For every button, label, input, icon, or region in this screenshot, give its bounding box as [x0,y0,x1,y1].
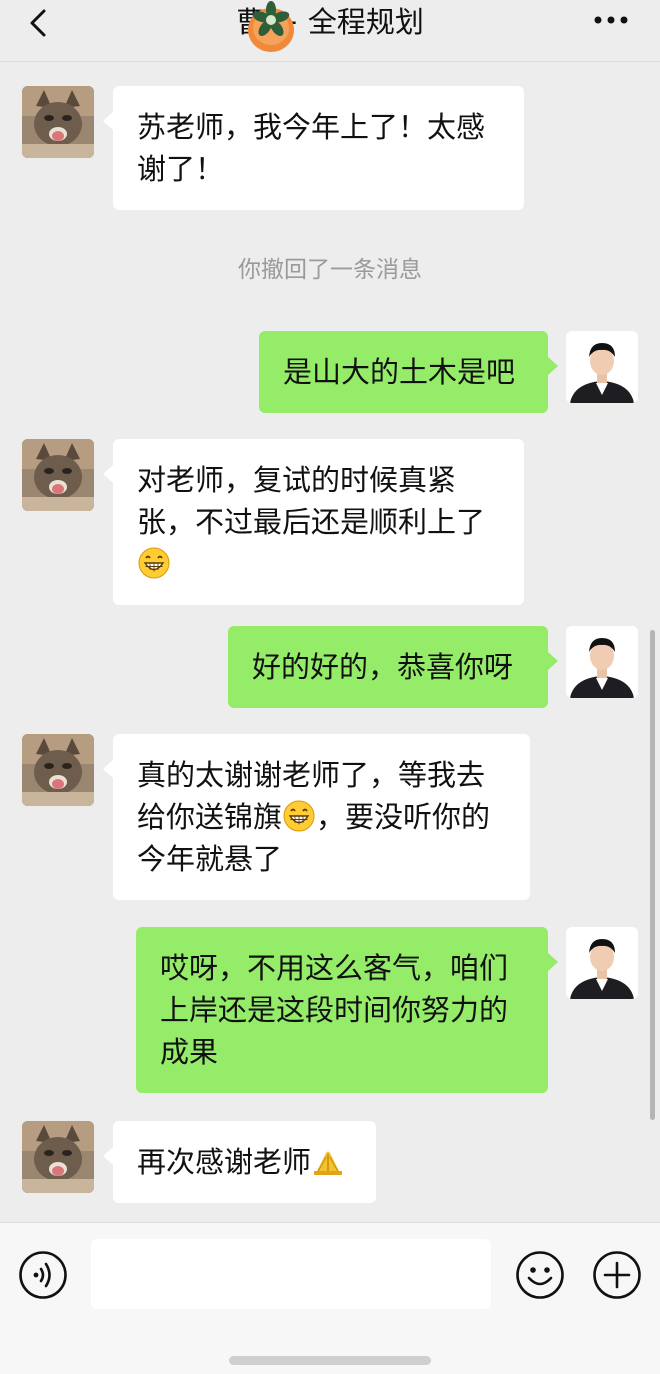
chat-scrollbar[interactable] [650,630,655,1120]
message-text: 苏老师，我今年上了！太感谢了！ [137,110,486,186]
message-text: 是山大的土木是吧 [283,355,516,389]
message-bubble-incoming[interactable]: 对老师，复试的时候真紧张，不过最后还是顺利上了 [103,439,524,605]
message-bubble-incoming[interactable]: 再次感谢老师 [103,1121,376,1203]
message-input-bar [0,1222,660,1374]
message-text: 哎呀，不用这么客气，咱们上岸还是这段时间你努力的成果 [160,951,509,1069]
sticker-icon [248,1,294,52]
plus-circle-icon[interactable] [592,1250,642,1300]
message-input[interactable] [91,1239,491,1309]
smiley-icon[interactable] [515,1250,565,1300]
cat-avatar[interactable] [22,1121,94,1193]
voice-icon[interactable] [18,1250,68,1300]
message-bubble-outgoing[interactable]: 是山大的土木是吧 [259,331,558,413]
message-text: 再次感谢老师 [137,1145,312,1179]
pray-hands-emoji-icon [314,1151,343,1175]
ellipsis-icon[interactable] [594,14,628,26]
cat-avatar[interactable] [22,439,94,511]
chat-header: 曹 + 全程规划 [0,0,660,62]
recall-notice: 你撤回了一条消息 [238,257,422,283]
chat-title: 曹 + 全程规划 [236,5,424,39]
message-bubble-incoming[interactable]: 真的太谢谢老师了，等我去给你送锦旗 ，要没听你的今年就悬了 [103,734,530,900]
message-text: 对老师，复试的时候真紧张，不过最后还是顺利上了 [137,463,486,539]
person-avatar[interactable] [566,331,638,403]
message-bubble-outgoing[interactable]: 哎呀，不用这么客气，咱们上岸还是这段时间你努力的成果 [136,927,558,1093]
message-bubble-incoming[interactable]: 苏老师，我今年上了！太感谢了！ [103,86,524,210]
cat-avatar[interactable] [22,86,94,158]
home-indicator[interactable] [229,1356,431,1365]
cat-avatar[interactable] [22,734,94,806]
grin-emoji-icon [283,800,315,832]
person-avatar[interactable] [566,626,638,698]
person-avatar[interactable] [566,927,638,999]
message-text: 好的好的，恭喜你呀 [252,650,514,684]
grin-emoji-icon [138,547,170,579]
message-bubble-outgoing[interactable]: 好的好的，恭喜你呀 [228,626,558,708]
